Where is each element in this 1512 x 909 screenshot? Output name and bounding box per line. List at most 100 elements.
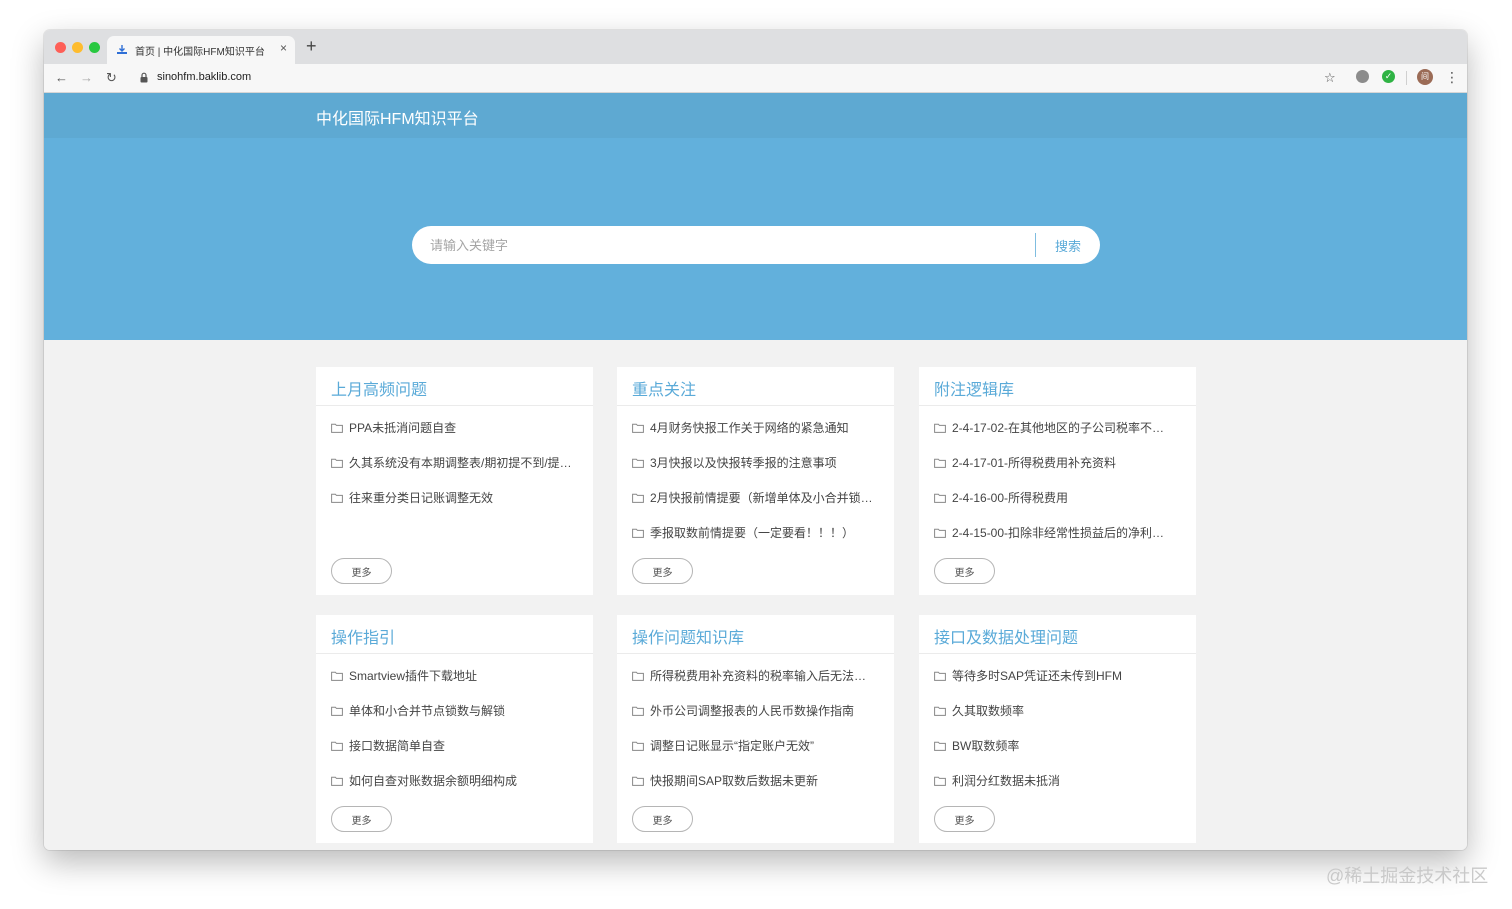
folder-icon bbox=[934, 706, 946, 716]
folder-icon bbox=[934, 671, 946, 681]
site-logo[interactable]: 中化国际HFM知识平台 bbox=[316, 105, 479, 129]
arrow-left-icon[interactable]: ← bbox=[55, 69, 68, 86]
card-item-list: 等待多时SAP凭证还未传到HFM 久其取数频率 BW取数频率利润分红数据未抵消 bbox=[934, 668, 1184, 808]
card-item-list: 4月财务快报工作关于网络的紧急通知 3月快报以及快报转季报的注意事项 2月快报前情提… bbox=[632, 420, 882, 560]
list-item[interactable]: 接口数据简单自查 bbox=[331, 738, 581, 773]
folder-icon bbox=[331, 706, 343, 716]
folder-icon bbox=[632, 528, 644, 538]
category-card: 接口及数据处理问题等待多时SAP凭证还未传到HFM 久其取数频率 BW取数频率利润分… bbox=[919, 615, 1196, 843]
minimize-window-button[interactable] bbox=[72, 42, 83, 53]
card-divider bbox=[617, 653, 894, 654]
list-item[interactable]: 2-4-16-00-所得税费用 bbox=[934, 490, 1184, 525]
site-header: 中化国际HFM知识平台 bbox=[44, 93, 1467, 138]
card-title[interactable]: 重点关注 bbox=[632, 376, 696, 400]
card-item-list: Smartview插件下载地址 单体和小合并节点锁数与解锁 接口数据简单自查如何自查… bbox=[331, 668, 581, 808]
folder-icon bbox=[632, 423, 644, 433]
folder-icon bbox=[934, 741, 946, 751]
list-item[interactable]: 久其取数频率 bbox=[934, 703, 1184, 738]
hero-banner: 搜索 bbox=[44, 138, 1467, 340]
lock-icon bbox=[140, 72, 148, 83]
list-item[interactable]: 2月快报前情提要（新增单体及小合并锁… bbox=[632, 490, 882, 525]
category-card: 操作问题知识库所得税费用补充资料的税率输入后无法… 外币公司调整报表的人民币数操作… bbox=[617, 615, 894, 843]
list-item[interactable]: 2-4-17-02-在其他地区的子公司税率不… bbox=[934, 420, 1184, 455]
list-item[interactable]: BW取数频率 bbox=[934, 738, 1184, 773]
card-title[interactable]: 接口及数据处理问题 bbox=[934, 624, 1078, 648]
list-item-label: 外币公司调整报表的人民币数操作指南 bbox=[650, 704, 855, 718]
list-item[interactable]: 等待多时SAP凭证还未传到HFM bbox=[934, 668, 1184, 703]
more-button[interactable]: 更多 bbox=[331, 558, 392, 584]
reload-icon[interactable]: ↻ bbox=[106, 69, 117, 86]
category-card: 操作指引 Smartview插件下载地址 单体和小合并节点锁数与解锁 接口数据简单自查… bbox=[316, 615, 593, 843]
new-tab-button[interactable]: + bbox=[306, 36, 317, 56]
folder-icon bbox=[934, 458, 946, 468]
list-item[interactable]: Smartview插件下载地址 bbox=[331, 668, 581, 703]
list-item[interactable]: 2-4-17-01-所得税费用补充资料 bbox=[934, 455, 1184, 490]
search-box: 搜索 bbox=[412, 226, 1100, 264]
card-title[interactable]: 附注逻辑库 bbox=[934, 376, 1014, 400]
list-item[interactable]: 久其系统没有本期调整表/期初提不到/提… bbox=[331, 455, 581, 490]
list-item[interactable]: 所得税费用补充资料的税率输入后无法… bbox=[632, 668, 882, 703]
list-item[interactable]: 2-4-15-00-扣除非经常性损益后的净利… bbox=[934, 525, 1184, 560]
list-item-label: 所得税费用补充资料的税率输入后无法… bbox=[650, 669, 867, 683]
list-item[interactable]: PPA未抵消问题自查 bbox=[331, 420, 581, 455]
card-item-list: 2-4-17-02-在其他地区的子公司税率不… 2-4-17-01-所得税费用补充… bbox=[934, 420, 1184, 560]
folder-icon bbox=[331, 493, 343, 503]
extension-icon[interactable] bbox=[1356, 70, 1369, 83]
profile-avatar[interactable]: 间 bbox=[1417, 69, 1433, 85]
address-bar[interactable]: sinohfm.baklib.com bbox=[132, 67, 1332, 89]
more-button[interactable]: 更多 bbox=[331, 806, 392, 832]
list-item[interactable]: 3月快报以及快报转季报的注意事项 bbox=[632, 455, 882, 490]
more-button[interactable]: 更多 bbox=[632, 558, 693, 584]
category-card: 上月高频问题 PPA未抵消问题自查 久其系统没有本期调整表/期初提不到/提… 往来重分… bbox=[316, 367, 593, 595]
tab-close-icon[interactable]: × bbox=[280, 41, 287, 55]
list-item-label: 久其取数频率 bbox=[952, 704, 1025, 718]
more-button[interactable]: 更多 bbox=[934, 806, 995, 832]
card-title[interactable]: 上月高频问题 bbox=[331, 376, 427, 400]
list-item[interactable]: 外币公司调整报表的人民币数操作指南 bbox=[632, 703, 882, 738]
list-item-label: 季报取数前情提要（一定要看！！！） bbox=[650, 526, 855, 540]
category-card: 附注逻辑库 2-4-17-02-在其他地区的子公司税率不… 2-4-17-01-所得… bbox=[919, 367, 1196, 595]
list-item[interactable]: 调整日记账显示“指定账户无效” bbox=[632, 738, 882, 773]
list-item[interactable]: 单体和小合并节点锁数与解锁 bbox=[331, 703, 581, 738]
list-item-label: 往来重分类日记账调整无效 bbox=[349, 491, 494, 505]
list-item-label: 久其系统没有本期调整表/期初提不到/提… bbox=[349, 456, 572, 470]
tab-bar: 首页 | 中化国际HFM知识平台 × + bbox=[44, 30, 1467, 64]
folder-icon bbox=[632, 671, 644, 681]
list-item-label: 2-4-16-00-所得税费用 bbox=[952, 491, 1069, 505]
card-title[interactable]: 操作指引 bbox=[331, 624, 395, 648]
search-input[interactable] bbox=[430, 234, 1010, 256]
folder-icon bbox=[331, 423, 343, 433]
list-item[interactable]: 快报期间SAP取数后数据未更新 bbox=[632, 773, 882, 808]
card-item-list: PPA未抵消问题自查 久其系统没有本期调整表/期初提不到/提… 往来重分类日记账调整… bbox=[331, 420, 581, 525]
card-title[interactable]: 操作问题知识库 bbox=[632, 624, 744, 648]
list-item-label: BW取数频率 bbox=[952, 739, 1020, 753]
card-divider bbox=[919, 405, 1196, 406]
list-item-label: 调整日记账显示“指定账户无效” bbox=[650, 739, 814, 753]
browser-toolbar: ← → ↻ sinohfm.baklib.com ☆ ✓ 间 ⋮ bbox=[44, 64, 1467, 93]
browser-tab[interactable]: 首页 | 中化国际HFM知识平台 × bbox=[107, 36, 295, 64]
list-item-label: 3月快报以及快报转季报的注意事项 bbox=[650, 456, 837, 470]
arrow-right-icon[interactable]: → bbox=[80, 69, 93, 86]
list-item[interactable]: 利润分红数据未抵消 bbox=[934, 773, 1184, 808]
list-item-label: 单体和小合并节点锁数与解锁 bbox=[349, 704, 506, 718]
list-item[interactable]: 季报取数前情提要（一定要看！！！） bbox=[632, 525, 882, 560]
kebab-menu-icon[interactable]: ⋮ bbox=[1445, 69, 1459, 86]
list-item-label: 2-4-17-02-在其他地区的子公司税率不… bbox=[952, 421, 1165, 435]
list-item-label: 接口数据简单自查 bbox=[349, 739, 446, 753]
list-item-label: 4月财务快报工作关于网络的紧急通知 bbox=[650, 421, 849, 435]
search-button[interactable]: 搜索 bbox=[1042, 234, 1094, 256]
list-item-label: 2月快报前情提要（新增单体及小合并锁… bbox=[650, 491, 873, 505]
close-window-button[interactable] bbox=[55, 42, 66, 53]
list-item[interactable]: 如何自查对账数据余额明细构成 bbox=[331, 773, 581, 808]
folder-icon bbox=[632, 458, 644, 468]
maximize-window-button[interactable] bbox=[89, 42, 100, 53]
list-item[interactable]: 4月财务快报工作关于网络的紧急通知 bbox=[632, 420, 882, 455]
more-button[interactable]: 更多 bbox=[632, 806, 693, 832]
folder-icon bbox=[934, 528, 946, 538]
search-divider bbox=[1035, 233, 1036, 257]
card-divider bbox=[316, 405, 593, 406]
list-item[interactable]: 往来重分类日记账调整无效 bbox=[331, 490, 581, 525]
star-icon[interactable]: ☆ bbox=[1324, 69, 1336, 86]
extension-check-icon[interactable]: ✓ bbox=[1382, 70, 1395, 83]
more-button[interactable]: 更多 bbox=[934, 558, 995, 584]
